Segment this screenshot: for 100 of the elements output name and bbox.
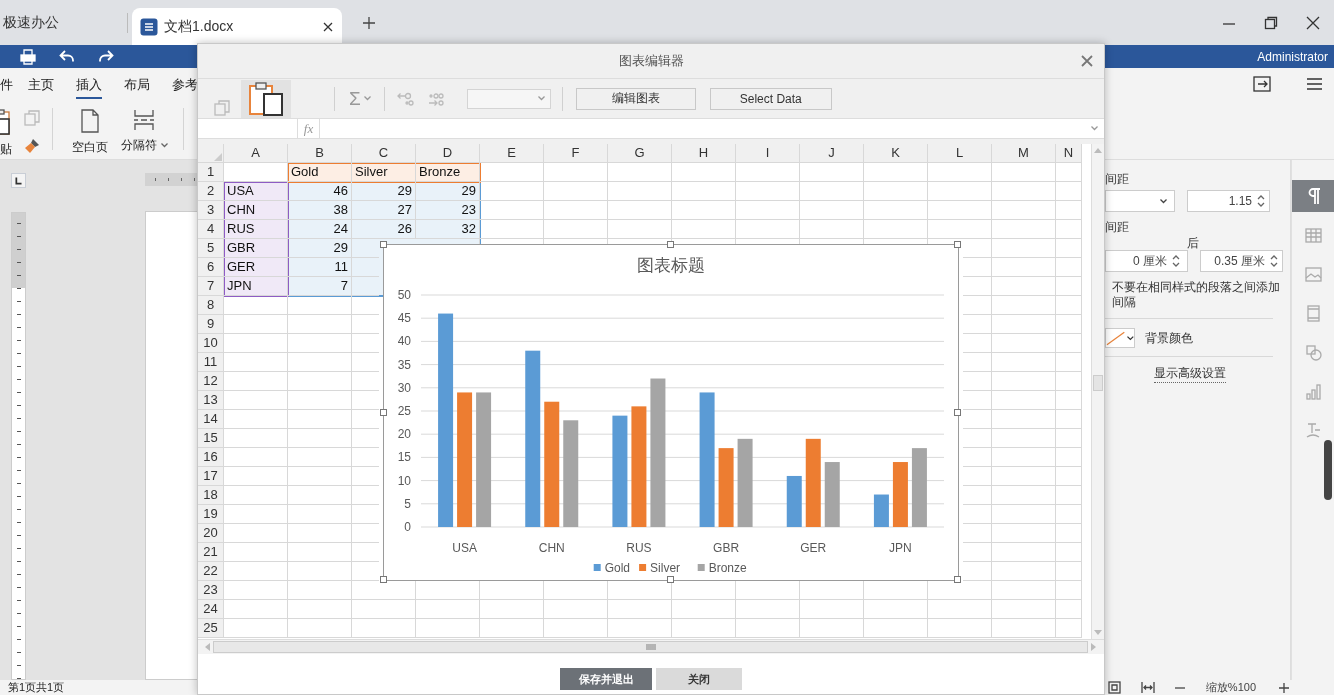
redo-icon[interactable] (98, 48, 114, 65)
empty-cell[interactable] (864, 220, 928, 239)
empty-cell[interactable] (992, 296, 1056, 315)
empty-cell[interactable] (800, 182, 864, 201)
empty-cell[interactable] (736, 201, 800, 220)
empty-cell[interactable] (736, 600, 800, 619)
row-header[interactable]: 11 (198, 353, 224, 372)
color-picker[interactable] (1105, 328, 1135, 348)
empty-cell[interactable] (864, 600, 928, 619)
empty-cell[interactable] (1056, 163, 1082, 182)
empty-cell[interactable] (480, 220, 544, 239)
empty-cell[interactable] (963, 296, 992, 315)
empty-cell[interactable] (963, 239, 992, 258)
empty-cell[interactable] (963, 277, 992, 296)
empty-cell[interactable] (1056, 391, 1082, 410)
empty-cell[interactable] (608, 163, 672, 182)
resize-handle[interactable] (380, 408, 387, 416)
row-header[interactable]: 3 (198, 201, 224, 220)
row-header[interactable]: 9 (198, 315, 224, 334)
row-header[interactable]: 8 (198, 296, 224, 315)
column-header[interactable]: M (992, 144, 1056, 163)
empty-cell[interactable] (1056, 182, 1082, 201)
row-header[interactable]: 7 (198, 277, 224, 296)
empty-cell[interactable] (992, 163, 1056, 182)
close-icon[interactable] (322, 20, 334, 33)
fit-width-icon[interactable] (1140, 681, 1155, 694)
column-header[interactable]: E (480, 144, 544, 163)
empty-cell[interactable] (480, 182, 544, 201)
empty-cell[interactable] (992, 201, 1056, 220)
empty-cell[interactable] (963, 353, 992, 372)
row-header[interactable]: 14 (198, 410, 224, 429)
scrollbar-thumb[interactable] (1093, 375, 1103, 391)
restore-icon[interactable] (1264, 15, 1278, 30)
column-header[interactable]: K (864, 144, 928, 163)
spacing-before-field[interactable]: 0 厘米 (1105, 250, 1188, 272)
empty-cell[interactable] (800, 163, 864, 182)
empty-cell[interactable] (963, 391, 992, 410)
decrease-decimal-icon[interactable] (426, 91, 445, 106)
empty-cell[interactable] (544, 619, 608, 638)
ribbon-tab[interactable]: 参考 (172, 72, 198, 99)
empty-cell[interactable] (1056, 372, 1082, 391)
empty-cell[interactable] (288, 505, 352, 524)
empty-cell[interactable] (928, 600, 992, 619)
empty-cell[interactable] (928, 220, 992, 239)
empty-cell[interactable] (992, 524, 1056, 543)
empty-cell[interactable] (992, 239, 1056, 258)
empty-cell[interactable] (963, 315, 992, 334)
empty-cell[interactable] (992, 391, 1056, 410)
empty-cell[interactable] (288, 562, 352, 581)
empty-cell[interactable] (352, 619, 416, 638)
empty-cell[interactable] (800, 220, 864, 239)
empty-cell[interactable] (1056, 543, 1082, 562)
empty-cell[interactable] (1056, 524, 1082, 543)
column-header[interactable]: L (928, 144, 992, 163)
scroll-up-icon[interactable] (1094, 147, 1102, 153)
scroll-left-icon[interactable] (204, 643, 210, 651)
empty-cell[interactable] (800, 619, 864, 638)
resize-handle[interactable] (667, 241, 674, 248)
row-header[interactable]: 13 (198, 391, 224, 410)
row-header[interactable]: 15 (198, 429, 224, 448)
empty-cell[interactable] (672, 201, 736, 220)
empty-cell[interactable] (608, 220, 672, 239)
scroll-down-icon[interactable] (1094, 630, 1102, 636)
empty-cell[interactable] (480, 201, 544, 220)
empty-cell[interactable] (1056, 581, 1082, 600)
empty-cell[interactable] (992, 315, 1056, 334)
empty-cell[interactable] (672, 220, 736, 239)
empty-cell[interactable] (992, 600, 1056, 619)
empty-cell[interactable] (608, 182, 672, 201)
empty-cell[interactable] (963, 334, 992, 353)
empty-cell[interactable] (992, 543, 1056, 562)
exit-icon[interactable] (1253, 76, 1271, 92)
column-header[interactable]: F (544, 144, 608, 163)
spin-arrows-icon[interactable] (1257, 194, 1265, 208)
close-icon[interactable] (1306, 15, 1320, 30)
empty-cell[interactable] (1056, 277, 1082, 296)
column-header[interactable]: C (352, 144, 416, 163)
empty-cell[interactable] (992, 353, 1056, 372)
empty-cell[interactable] (288, 467, 352, 486)
spacing-after-field[interactable]: 0.35 厘米 (1200, 250, 1283, 272)
empty-cell[interactable] (992, 448, 1056, 467)
row-header[interactable]: 24 (198, 600, 224, 619)
tab-stop-icon[interactable] (11, 173, 26, 188)
empty-cell[interactable] (736, 220, 800, 239)
empty-cell[interactable] (963, 505, 992, 524)
empty-cell[interactable] (288, 353, 352, 372)
empty-cell[interactable] (288, 448, 352, 467)
fit-page-icon[interactable] (1107, 681, 1121, 694)
blank-page-button[interactable]: 空白页 (73, 100, 107, 156)
row-header[interactable]: 25 (198, 619, 224, 638)
column-header[interactable]: B (288, 144, 352, 163)
empty-cell[interactable] (963, 543, 992, 562)
empty-cell[interactable] (928, 163, 992, 182)
empty-cell[interactable] (992, 334, 1056, 353)
empty-cell[interactable] (1056, 334, 1082, 353)
row-header[interactable]: 21 (198, 543, 224, 562)
brush-icon[interactable] (24, 138, 40, 154)
row-header[interactable]: 17 (198, 467, 224, 486)
empty-cell[interactable] (1056, 239, 1082, 258)
row-header[interactable]: 4 (198, 220, 224, 239)
